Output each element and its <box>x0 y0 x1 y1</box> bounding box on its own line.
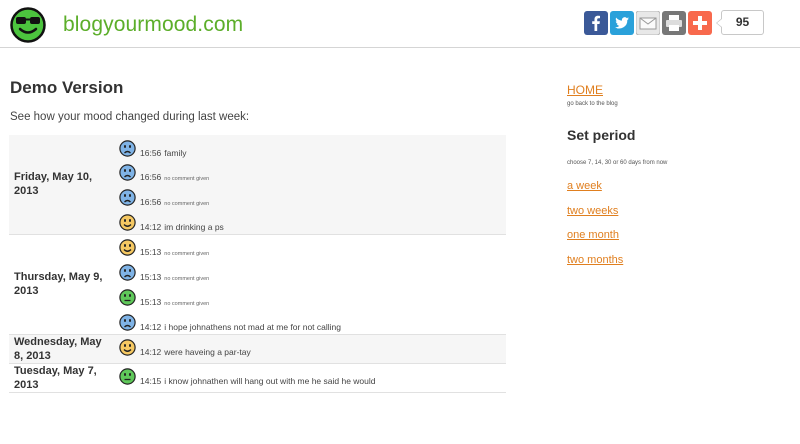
mood-entry: 16:56 no comment given <box>119 160 506 185</box>
mood-entry: 16:56 family <box>119 135 506 160</box>
day-label-line1: Thursday, May 9, <box>14 271 103 284</box>
day-row: Friday, May 10, 2013 16:56 family 16:56 no co… <box>9 135 506 235</box>
mood-entries: 14:12 were haveing a par-tay <box>117 335 506 363</box>
share-toolbar: 95 <box>584 9 764 36</box>
site-title-link[interactable]: blogyourmood.com <box>63 13 243 37</box>
entry-time: 14:15 <box>140 376 162 387</box>
entry-comment: no comment given <box>164 251 210 258</box>
entry-time: 15:13 <box>140 296 162 307</box>
entry-comment: no comment given <box>164 300 210 307</box>
entry-comment: were haveing a par-tay <box>164 347 251 358</box>
home-link-caption: go back to the blog <box>567 101 618 107</box>
mood-entry: 14:15 i know johnathen will hang out with… <box>119 364 506 389</box>
share-count-badge: 95 <box>716 10 764 35</box>
site-header: blogyourmood.com 95 <box>0 0 800 48</box>
day-label-line2: 2013 <box>14 285 39 298</box>
period-link-two-weeks[interactable]: two weeks <box>567 205 618 217</box>
day-label-line2: 8, 2013 <box>14 349 51 362</box>
entry-comment: no comment given <box>164 201 210 208</box>
mood-sad-face-icon <box>119 264 136 281</box>
mood-neutral-face-icon <box>119 289 136 306</box>
day-label-line1: Friday, May 10, <box>14 171 93 184</box>
mood-entry: 14:12 were haveing a par-tay <box>119 335 506 360</box>
day-row: Thursday, May 9, 2013 15:13 no comment give… <box>9 235 506 335</box>
email-icon[interactable] <box>636 10 660 35</box>
mood-entry: 16:56 no comment given <box>119 184 506 209</box>
mood-entries: 16:56 family 16:56 no comment given 16:56 no … <box>117 135 506 234</box>
mood-entry: 14:12 im drinking a ps <box>119 209 506 234</box>
day-label-line2: 2013 <box>14 185 39 198</box>
mood-entry: 15:13 no comment given <box>119 235 506 260</box>
mood-happy-face-icon <box>119 339 136 356</box>
day-row: Tuesday, May 7, 2013 14:15 i know johnathen… <box>9 364 506 393</box>
entry-time: 14:12 <box>140 221 162 232</box>
facebook-icon[interactable] <box>584 10 608 35</box>
mood-entries: 15:13 no comment given 15:13 no comment giv… <box>117 235 506 334</box>
day-label: Friday, May 10, 2013 <box>9 135 117 234</box>
logo-smiley-sunglasses-icon[interactable] <box>10 7 46 43</box>
entry-comment: no comment given <box>164 176 210 183</box>
entry-time: 15:13 <box>140 247 162 258</box>
day-row: Wednesday, May 8, 2013 14:12 were haveing a… <box>9 334 506 364</box>
addthis-plus-icon[interactable] <box>688 10 712 35</box>
entry-time: 16:56 <box>140 172 162 183</box>
mood-sad-face-icon <box>119 139 136 157</box>
mood-happy-face-icon <box>119 214 136 231</box>
day-label-line1: Tuesday, May 7, <box>14 364 97 377</box>
day-label-line1: Wednesday, May <box>14 335 102 348</box>
day-label: Tuesday, May 7, 2013 <box>9 364 117 392</box>
mood-sad-face-icon <box>119 189 136 206</box>
home-link[interactable]: HOME <box>567 83 603 97</box>
mood-entry: 15:13 no comment given <box>119 284 506 309</box>
period-link-a-week[interactable]: a week <box>567 180 602 192</box>
period-link-two-months[interactable]: two months <box>567 254 623 266</box>
mood-happy-face-icon <box>119 239 136 257</box>
day-label: Wednesday, May 8, 2013 <box>9 335 117 363</box>
mood-entry: 14:12 i hope johnathens not mad at me for… <box>119 309 506 334</box>
entry-comment: im drinking a ps <box>164 221 224 232</box>
entry-comment: family <box>164 147 187 158</box>
entry-time: 16:56 <box>140 197 162 208</box>
mood-entry: 15:13 no comment given <box>119 259 506 284</box>
period-link-one-month[interactable]: one month <box>567 229 619 241</box>
entry-time: 16:56 <box>140 147 162 158</box>
page-title: Demo Version <box>10 78 124 97</box>
print-icon[interactable] <box>662 10 686 35</box>
entry-time: 14:12 <box>140 321 162 332</box>
set-period-heading: Set period <box>567 127 636 143</box>
intro-text: See how your mood changed during last we… <box>10 111 250 123</box>
entry-comment: no comment given <box>164 276 210 283</box>
entry-comment: i hope johnathens not mad at me for not … <box>164 321 342 332</box>
mood-entries: 14:15 i know johnathen will hang out with… <box>117 364 506 392</box>
entry-time: 15:13 <box>140 272 162 283</box>
mood-sad-face-icon <box>119 313 136 331</box>
mood-sad-face-icon <box>119 164 136 182</box>
mood-neutral-face-icon <box>119 368 136 385</box>
twitter-icon[interactable] <box>610 10 634 35</box>
entry-comment: i know johnathen will hang out with me h… <box>164 376 376 387</box>
period-hint: choose 7, 14, 30 or 60 days from now <box>567 160 668 166</box>
entry-time: 14:12 <box>140 347 162 358</box>
day-label-line2: 2013 <box>14 378 39 391</box>
mood-history-table: Friday, May 10, 2013 16:56 family 16:56 no co… <box>9 135 506 393</box>
day-label: Thursday, May 9, 2013 <box>9 235 117 334</box>
